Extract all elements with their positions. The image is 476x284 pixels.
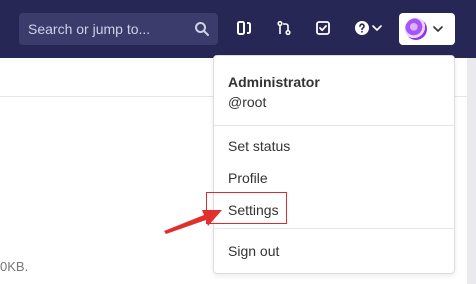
menu-divider (214, 228, 454, 229)
user-display-name: Administrator (228, 74, 320, 90)
menu-item-set-status[interactable]: Set status (228, 138, 290, 154)
avatar (405, 18, 427, 40)
menu-item-sign-out[interactable]: Sign out (228, 243, 279, 259)
user-menu-button[interactable] (399, 13, 455, 45)
chevron-down-icon (433, 26, 443, 32)
scrollbar[interactable] (467, 58, 476, 284)
user-username: @root (228, 94, 267, 110)
search-icon (195, 22, 209, 36)
menu-item-profile[interactable]: Profile (228, 170, 268, 186)
top-nav-bar: Search or jump to... (0, 0, 476, 58)
merge-request-icon[interactable] (276, 20, 292, 36)
background-text: 0KB. (0, 259, 29, 274)
question-icon[interactable] (354, 20, 370, 36)
todo-icon[interactable] (315, 20, 331, 36)
search-input[interactable]: Search or jump to... (19, 13, 218, 45)
user-dropdown-menu: Administrator @root Set status Profile S… (213, 55, 455, 274)
sidebar-panel-icon[interactable] (236, 20, 252, 36)
chevron-down-icon (372, 25, 382, 31)
annotation-arrow-icon (164, 210, 222, 234)
menu-divider (214, 125, 454, 126)
search-placeholder: Search or jump to... (28, 21, 151, 37)
